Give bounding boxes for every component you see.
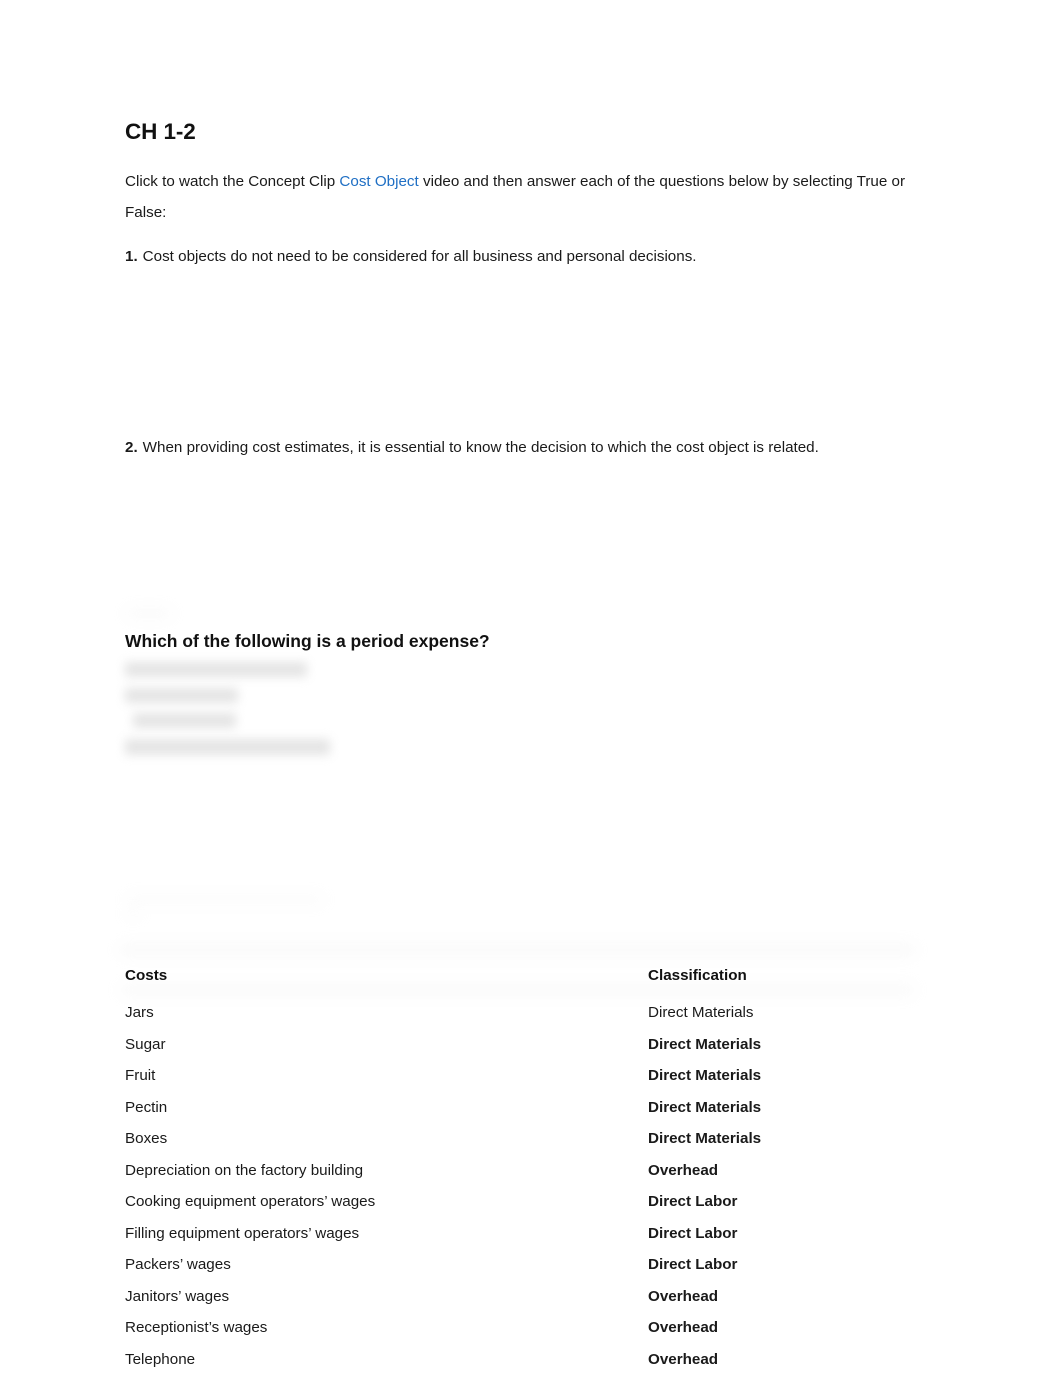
table-row: Fruit Direct Materials (125, 1067, 915, 1099)
cell-cost: Jars (125, 1004, 648, 1036)
table-row: Pectin Direct Materials (125, 1099, 915, 1131)
mcq-option-d-redacted[interactable] (125, 739, 330, 755)
table-row: Boxes Direct Materials (125, 1130, 915, 1162)
table-row: Cooking equipment operators’ wages Direc… (125, 1193, 915, 1225)
mcq-option-b-redacted[interactable] (125, 688, 238, 703)
cell-classification: Overhead (648, 1351, 915, 1382)
table-row: Jars Direct Materials (125, 1004, 915, 1036)
cell-cost: Sugar (125, 1036, 648, 1068)
cell-cost: Janitors’ wages (125, 1288, 648, 1320)
cell-classification: Overhead (648, 1319, 915, 1351)
cell-classification: Direct Materials (648, 1099, 915, 1131)
page-title: CH 1-2 (125, 118, 915, 145)
redacted-table-top-band (120, 944, 915, 956)
question-1-number: 1. (125, 248, 138, 265)
column-header-costs: Costs (125, 966, 648, 1004)
cell-cost: Boxes (125, 1130, 648, 1162)
redacted-fragment-above-mcq (126, 609, 172, 618)
cell-classification: Direct Labor (648, 1225, 915, 1257)
cell-classification: Direct Materials (648, 1036, 915, 1068)
question-2: 2. When providing cost estimates, it is e… (125, 433, 900, 464)
table-row: Receptionist’s wages Overhead (125, 1319, 915, 1351)
question-2-number: 2. (125, 439, 138, 456)
intro-paragraph: Click to watch the Concept Clip Cost Obj… (125, 167, 911, 228)
mcq-option-a-redacted[interactable] (125, 662, 307, 677)
cell-classification: Direct Labor (648, 1256, 915, 1288)
cell-classification: Direct Materials (648, 1004, 915, 1036)
question-1-text: Cost objects do not need to be considere… (143, 248, 697, 265)
mcq-option-c-redacted[interactable] (133, 713, 236, 728)
column-header-classification: Classification (648, 966, 915, 1004)
table-row: Janitors’ wages Overhead (125, 1288, 915, 1320)
intro-text-before-link: Click to watch the Concept Clip (125, 173, 339, 190)
table-row: Packers’ wages Direct Labor (125, 1256, 915, 1288)
cost-object-link[interactable]: Cost Object (339, 173, 418, 190)
cost-classification-table: Costs Classification Jars Direct Materia… (125, 966, 915, 1382)
question-2-text: When providing cost estimates, it is ess… (143, 439, 819, 456)
cell-classification: Direct Labor (648, 1193, 915, 1225)
cell-cost: Depreciation on the factory building (125, 1162, 648, 1194)
redacted-fragment-above-table-1 (126, 896, 324, 903)
table-row: Telephone Overhead (125, 1351, 915, 1382)
cell-classification: Overhead (648, 1162, 915, 1194)
cell-cost: Telephone (125, 1351, 648, 1382)
cell-classification: Direct Materials (648, 1067, 915, 1099)
table-row: Depreciation on the factory building Ove… (125, 1162, 915, 1194)
mcq-prompt: Which of the following is a period expen… (125, 628, 490, 654)
question-2-answer-area[interactable] (125, 463, 915, 615)
cell-cost: Cooking equipment operators’ wages (125, 1193, 648, 1225)
question-1: 1. Cost objects do not need to be conside… (125, 242, 900, 273)
document-page: CH 1-2 Click to watch the Concept Clip C… (0, 0, 1062, 1377)
table-header-row: Costs Classification (125, 966, 915, 1004)
cell-cost: Filling equipment operators’ wages (125, 1225, 648, 1257)
cell-classification: Direct Materials (648, 1130, 915, 1162)
table-row: Sugar Direct Materials (125, 1036, 915, 1068)
question-1-answer-area[interactable] (125, 273, 915, 433)
redacted-fragment-above-table-2 (126, 910, 140, 917)
cell-classification: Overhead (648, 1288, 915, 1320)
cell-cost: Packers’ wages (125, 1256, 648, 1288)
cell-cost: Pectin (125, 1099, 648, 1131)
cell-cost: Receptionist’s wages (125, 1319, 648, 1351)
cell-cost: Fruit (125, 1067, 648, 1099)
table-body: Jars Direct Materials Sugar Direct Mater… (125, 1004, 915, 1382)
document-body: CH 1-2 Click to watch the Concept Clip C… (125, 118, 915, 615)
table-row: Filling equipment operators’ wages Direc… (125, 1225, 915, 1257)
